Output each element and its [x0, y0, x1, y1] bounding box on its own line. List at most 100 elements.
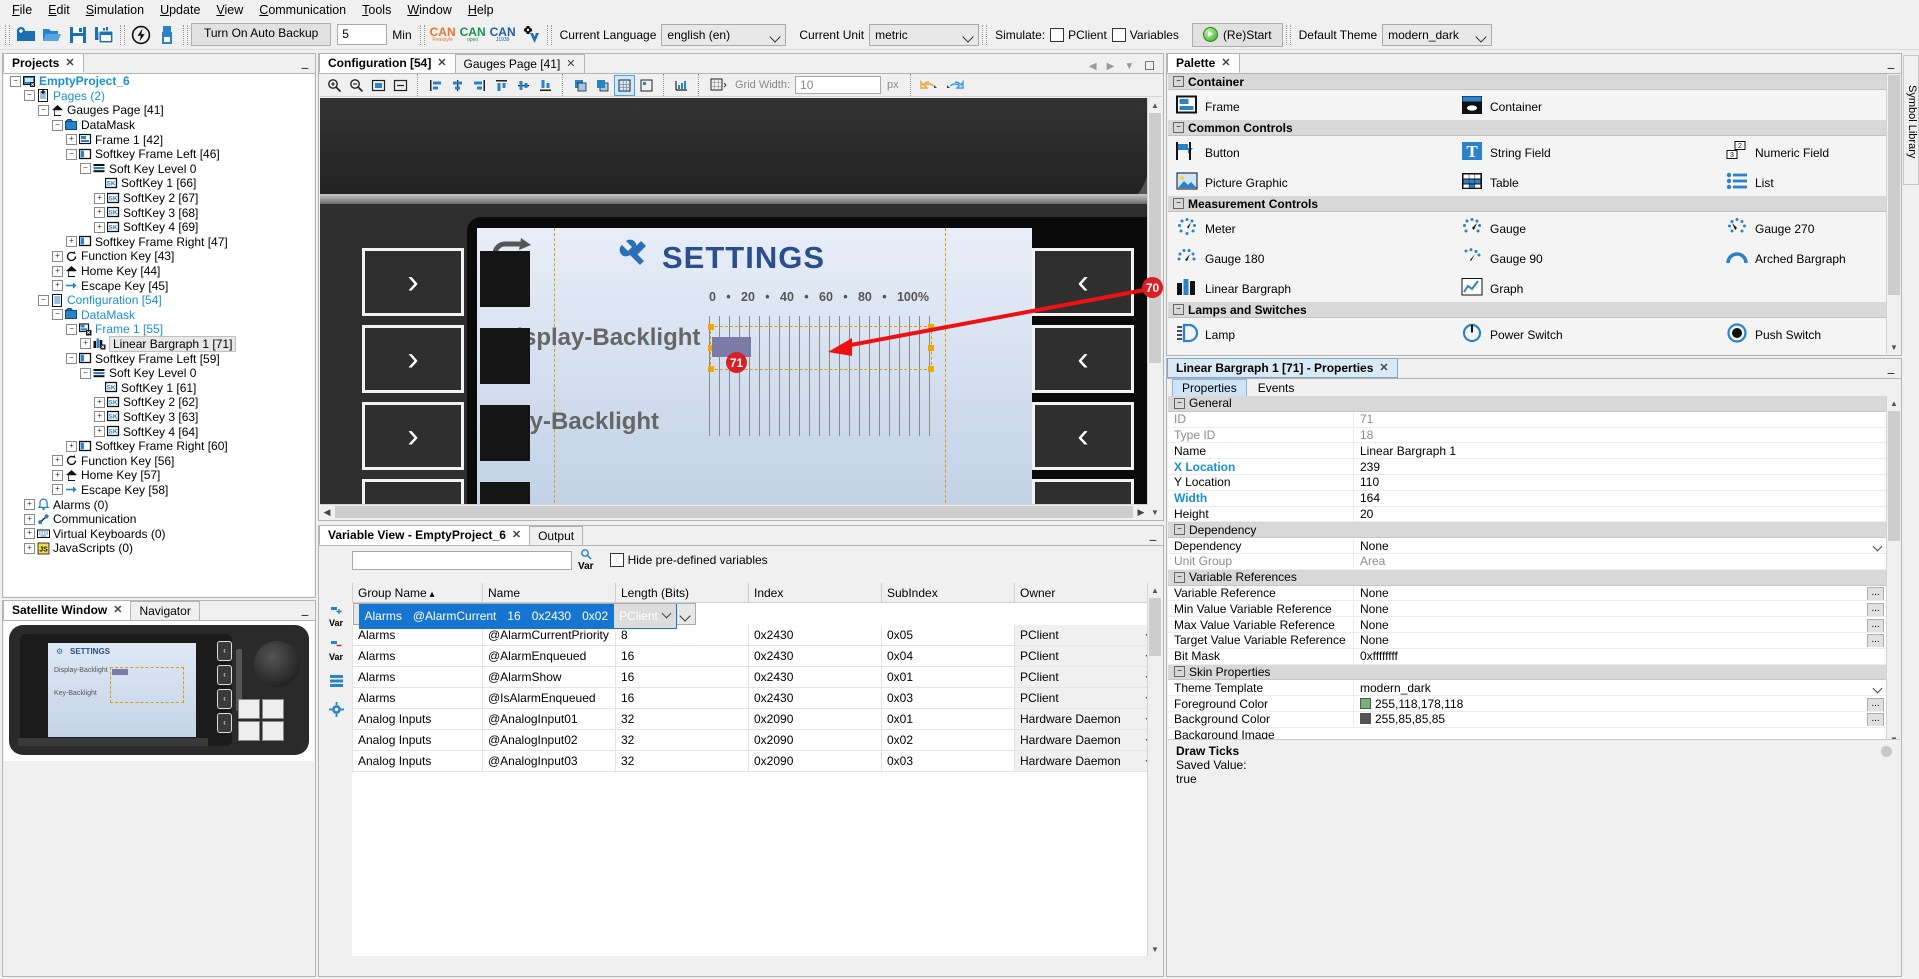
menu-item-simulation[interactable]: Simulation [78, 1, 152, 19]
property-row-min-value-variable-reference[interactable]: Min Value Variable ReferenceNone... [1168, 601, 1886, 617]
palette-group-measurement-controls[interactable]: −Measurement Controls [1168, 196, 1886, 212]
measure-icon[interactable] [671, 75, 692, 96]
property-group-general[interactable]: −General [1168, 396, 1886, 412]
property-value[interactable]: None... [1353, 633, 1886, 647]
group-variables-icon[interactable] [329, 674, 344, 690]
property-value[interactable]: 18 [1353, 428, 1886, 442]
scroll-down-icon[interactable]: ▼ [1887, 340, 1901, 354]
tree-item-17[interactable]: −Frame 1 [55] [4, 322, 314, 337]
property-group-dependency[interactable]: −Dependency [1168, 522, 1886, 538]
menu-item-edit[interactable]: Edit [40, 1, 78, 19]
palette-item-string-field[interactable]: TString Field [1461, 138, 1551, 167]
tree-item-28[interactable]: +Escape Key [58] [4, 483, 314, 498]
align-left-icon[interactable] [425, 75, 446, 96]
can-open-icon[interactable]: CAN opeo [458, 22, 488, 47]
scroll-up-icon[interactable]: ▲ [1148, 583, 1162, 597]
tab-gauges-page[interactable]: Gauges Page [41] ✕ [455, 54, 585, 73]
tree-item-27[interactable]: +Home Key [57] [4, 468, 314, 483]
tree-item-16[interactable]: −DataMask [4, 308, 314, 323]
table-row[interactable]: Alarms@AlarmCurrent160x24300x02PClient [353, 603, 696, 625]
palette-item-meter[interactable]: Meter [1176, 214, 1236, 243]
tree-toggle[interactable]: − [80, 163, 91, 174]
tree-item-13[interactable]: +Home Key [44] [4, 264, 314, 279]
property-row-height[interactable]: Height20 [1168, 507, 1886, 523]
minimize-variable-view-icon[interactable]: − [1149, 535, 1157, 545]
tree-toggle[interactable]: − [66, 324, 77, 335]
tab-configuration[interactable]: Configuration [54] ✕ [319, 53, 456, 73]
save-all-icon[interactable] [91, 22, 117, 47]
tree-item-32[interactable]: +JSJavaScripts (0) [4, 541, 314, 556]
tree-item-25[interactable]: +Softkey Frame Right [60] [4, 439, 314, 454]
scroll-right-icon[interactable]: ▶ [1134, 505, 1148, 519]
tree-toggle[interactable]: − [38, 295, 49, 306]
tree-item-10[interactable]: +SKSoftKey 4 [69] [4, 220, 314, 235]
property-value[interactable]: 164 [1353, 491, 1886, 505]
add-variable-icon[interactable]: Var [329, 606, 343, 628]
property-value[interactable]: Linear Bargraph 1 [1353, 444, 1886, 458]
send-back-icon[interactable] [592, 75, 613, 96]
property-value[interactable]: 71 [1353, 412, 1886, 426]
tree-toggle[interactable]: + [94, 397, 105, 408]
scroll-left-icon[interactable]: ◀ [320, 505, 334, 519]
tab-satellite-window[interactable]: Satellite Window ✕ [3, 600, 131, 620]
tree-item-22[interactable]: +SKSoftKey 2 [62] [4, 395, 314, 410]
tree-item-26[interactable]: +Function Key [56] [4, 453, 314, 468]
tree-item-29[interactable]: +Alarms (0) [4, 497, 314, 512]
current-unit-select[interactable]: metric [869, 24, 979, 46]
property-row-id[interactable]: ID71 [1168, 412, 1886, 428]
current-language-select[interactable]: english (en) [661, 24, 786, 46]
property-row-max-value-variable-reference[interactable]: Max Value Variable ReferenceNone... [1168, 617, 1886, 633]
usb-icon[interactable] [154, 22, 180, 47]
align-bottom-icon[interactable] [535, 75, 556, 96]
palette-body[interactable]: −ContainerFrameContainer−Common Controls… [1168, 74, 1886, 354]
cell-owner-dropdown[interactable]: PClient [1015, 646, 1148, 667]
maximize-icon[interactable]: ☐ [1144, 59, 1155, 73]
property-group-skin-properties[interactable]: −Skin Properties [1168, 665, 1886, 681]
palette-item-linear-bargraph[interactable]: Linear Bargraph [1176, 274, 1291, 303]
tree-toggle[interactable]: + [94, 426, 105, 437]
hscroll-thumb[interactable] [335, 506, 1133, 518]
next-tab-icon[interactable]: ▶ [1107, 61, 1115, 72]
tree-toggle[interactable]: − [10, 76, 21, 87]
tree-toggle[interactable]: + [52, 280, 63, 291]
property-row-x-location[interactable]: X Location239 [1168, 459, 1886, 475]
close-icon[interactable]: ✕ [113, 602, 122, 619]
tab-output[interactable]: Output [529, 526, 583, 545]
browse-button[interactable]: ... [1867, 634, 1884, 647]
tree-item-21[interactable]: SKSoftKey 1 [61] [4, 380, 314, 395]
align-middle-icon[interactable] [513, 75, 534, 96]
palette-item-button[interactable]: Button [1176, 138, 1240, 167]
minimize-satellite-icon[interactable]: − [301, 610, 309, 620]
tree-toggle[interactable]: + [24, 499, 35, 510]
table-vscroll-thumb[interactable] [1149, 598, 1161, 656]
cell-owner-dropdown[interactable]: Hardware Daemon [1015, 730, 1148, 751]
align-right-icon[interactable] [469, 75, 490, 96]
cell-owner-dropdown[interactable]: Hardware Daemon [1015, 751, 1148, 772]
close-icon[interactable]: ✕ [566, 56, 575, 73]
can-j1939-icon[interactable]: CAN J1939 [488, 22, 518, 47]
tab-variable-view[interactable]: Variable View - EmptyProject_6 ✕ [319, 525, 530, 545]
property-value[interactable]: None [1353, 539, 1886, 553]
collapse-icon[interactable]: − [1174, 398, 1185, 409]
palette-item-container[interactable]: Container [1461, 92, 1542, 121]
property-value[interactable]: 255,118,178,118... [1353, 697, 1886, 711]
tab-navigator[interactable]: Navigator [130, 601, 199, 620]
property-value[interactable]: 20 [1353, 507, 1886, 521]
tree-toggle[interactable]: + [80, 338, 91, 349]
variable-search-input[interactable] [352, 551, 572, 570]
cell-owner-dropdown[interactable]: PClient [1015, 688, 1148, 709]
tree-item-5[interactable]: −Softkey Frame Left [46] [4, 147, 314, 162]
chevron-down-icon[interactable] [1871, 540, 1884, 552]
palette-item-picture-graphic[interactable]: Picture Graphic [1176, 168, 1288, 197]
palette-vscrollbar[interactable]: ▼ [1886, 74, 1901, 354]
browse-button[interactable]: ... [1867, 587, 1884, 600]
tree-item-1[interactable]: −Pages (2) [4, 89, 314, 104]
property-value[interactable]: 255,85,85,85... [1353, 712, 1886, 726]
prev-tab-icon[interactable]: ◀ [1089, 61, 1097, 72]
editor-canvas[interactable]: SETTINGS 0•20•40•60•80•100% Display-Back… [320, 98, 1162, 519]
tree-toggle[interactable]: − [66, 149, 77, 160]
pclient-checkbox[interactable] [1050, 28, 1064, 42]
palette-item-gauge-90[interactable]: Gauge 90 [1461, 244, 1543, 273]
browse-button[interactable]: ... [1867, 619, 1884, 632]
menu-item-file[interactable]: File [4, 1, 40, 19]
